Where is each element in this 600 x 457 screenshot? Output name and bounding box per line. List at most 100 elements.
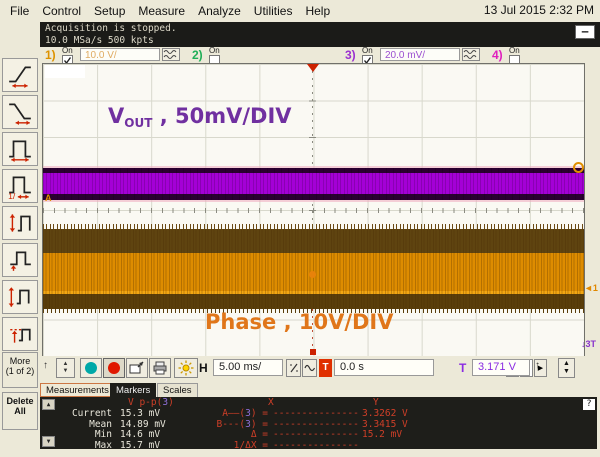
vout-annotation-v: V xyxy=(108,104,124,128)
channel-3-trigger-level-marker[interactable]: ↓3T xyxy=(581,339,596,349)
acquisition-status-bar: Acquisition is stopped. 10.0 MSa/s 500 k… xyxy=(40,22,600,47)
channel-1-button[interactable]: 1) xyxy=(45,48,56,62)
measurements-panel: ▲ ▼ ? V p-p(3) X Y Current 15.3 mV A——(3… xyxy=(40,397,597,449)
stat-value: 14.89 mV xyxy=(120,419,166,430)
channel-4-button[interactable]: 4) xyxy=(492,48,503,62)
measurement-sidebar: 1/ More (1 of 2) Delete All xyxy=(0,21,40,457)
channel-1-on-label: On xyxy=(62,46,73,55)
channel-3-button[interactable]: 3) xyxy=(345,48,356,62)
delete-all-label-2: All xyxy=(3,406,37,416)
meas-rise-time-button[interactable] xyxy=(2,58,38,92)
marker-x-value: --------------- xyxy=(273,408,359,419)
meas-maximum-button[interactable] xyxy=(2,280,38,314)
waveform-display[interactable]: VOUT , 50mV/DIV Phase , 10V/DIV A xyxy=(42,63,585,357)
pulse-width-icon xyxy=(7,136,33,162)
menu-utilities[interactable]: Utilities xyxy=(254,4,293,18)
meas-frequency-button[interactable]: 1/ xyxy=(2,169,38,203)
channel-3-scale-field[interactable]: 20.0 mV/ xyxy=(380,48,460,61)
menu-bar: File Control Setup Measure Analyze Utili… xyxy=(0,0,600,21)
run-icon xyxy=(85,362,97,374)
more-page-indicator: (1 of 2) xyxy=(3,366,37,376)
horizontal-fine-button[interactable] xyxy=(286,359,301,377)
center-horizontal-ticks xyxy=(43,208,584,213)
menu-control[interactable]: Control xyxy=(42,4,81,18)
datetime-display: 13 Jul 2015 2:32 PM xyxy=(484,3,594,17)
vout-annotation: VOUT , 50mV/DIV xyxy=(108,104,292,130)
meas-top-button[interactable] xyxy=(2,317,38,351)
vout-trace-noise xyxy=(43,168,584,200)
trigger-level-spinner[interactable]: ▲▼ xyxy=(558,358,575,378)
print-button[interactable] xyxy=(149,358,171,378)
channel-3-on-label: On xyxy=(362,46,373,55)
tab-scales[interactable]: Scales xyxy=(157,383,198,397)
screen-capture-icon xyxy=(129,361,145,375)
vout-annotation-rest: , 50mV/DIV xyxy=(152,104,291,128)
stat-label: Current xyxy=(60,408,112,419)
amplitude-icon xyxy=(7,210,33,236)
vertical-spinner[interactable]: ▲▼ xyxy=(56,358,75,378)
tab-measurements[interactable]: Measurements xyxy=(40,383,115,397)
spinner-arrows-icon: ▲▼ xyxy=(563,360,570,376)
horizontal-mode-button[interactable] xyxy=(302,359,317,377)
channel-bar: 1) On 10.0 V/ 2) On 3) On 20.0 mV/ 4) On xyxy=(40,47,600,63)
marker-x-value: --------------- xyxy=(273,429,359,440)
fall-time-icon xyxy=(7,99,33,125)
delay-field[interactable]: 0.0 s xyxy=(334,359,434,376)
marker-y-value: 15.2 mV xyxy=(362,429,402,440)
trigger-bottom-marker xyxy=(310,349,316,355)
marker-x-header: X xyxy=(268,397,274,408)
channel-1-coupling-button[interactable] xyxy=(162,48,180,61)
stop-icon xyxy=(108,362,120,374)
meas-fall-time-button[interactable] xyxy=(2,95,38,129)
channel-2-button[interactable]: 2) xyxy=(192,48,203,62)
trigger-time-marker[interactable] xyxy=(307,64,319,72)
menu-analyze[interactable]: Analyze xyxy=(198,4,241,18)
measurement-row-current: Current 15.3 mV A——(3) = ---------------… xyxy=(40,408,597,419)
channel-3-coupling-button[interactable] xyxy=(462,48,480,61)
display-brightness-button[interactable] xyxy=(174,358,198,378)
trigger-level-field[interactable]: 3.171 V xyxy=(472,359,530,376)
delete-all-button[interactable]: Delete All xyxy=(2,392,38,430)
more-button[interactable]: More (1 of 2) xyxy=(2,352,38,388)
phase-trace-noise xyxy=(43,229,584,309)
marker-b-label: B---(3) = xyxy=(190,419,268,430)
measurement-row-min: Min 14.6 mV Δ = --------------- 15.2 mV xyxy=(40,429,597,440)
delete-all-label-1: Delete xyxy=(3,396,37,406)
meas-pos-width-button[interactable] xyxy=(2,132,38,166)
measurement-row-mean: Mean 14.89 mV B---(3) = --------------- … xyxy=(40,419,597,430)
phase-trace xyxy=(43,229,584,309)
timebase-field[interactable]: 5.00 ms/ xyxy=(213,359,283,376)
marker-y-header: Y xyxy=(373,397,379,408)
screen-capture-button[interactable] xyxy=(126,358,148,378)
ac-coupling-icon xyxy=(163,49,179,60)
menu-help[interactable]: Help xyxy=(305,4,330,18)
channel-1-reference-marker[interactable]: ◄1 xyxy=(584,283,598,293)
up-arrow-right[interactable]: ↑ xyxy=(535,360,540,371)
meas-base-button[interactable] xyxy=(2,243,38,277)
measurement-row-max: Max 15.7 mV 1/ΔX = --------------- xyxy=(40,440,597,451)
menu-file[interactable]: File xyxy=(10,4,29,18)
acquisition-status-text: Acquisition is stopped. xyxy=(45,23,600,35)
vout-annotation-sub: OUT xyxy=(124,116,152,130)
menu-measure[interactable]: Measure xyxy=(138,4,185,18)
run-button[interactable] xyxy=(80,358,102,378)
sine-icon xyxy=(304,362,316,374)
marker-a-indicator[interactable]: A xyxy=(45,193,52,203)
marker-x-value: --------------- xyxy=(273,440,359,451)
top-level-icon xyxy=(7,321,33,347)
stat-value: 14.6 mV xyxy=(120,429,160,440)
slope-icon xyxy=(289,362,299,374)
marker-b-indicator[interactable] xyxy=(573,162,584,173)
menu-setup[interactable]: Setup xyxy=(94,4,125,18)
channel-1-scale-field[interactable]: 10.0 V/ xyxy=(80,48,160,61)
meas-amplitude-button[interactable] xyxy=(2,206,38,240)
up-arrow-left[interactable]: ↑ xyxy=(43,360,48,371)
tab-markers[interactable]: Markers xyxy=(110,383,156,397)
channel-4-on-label: On xyxy=(509,46,520,55)
measurement-header-row: V p-p(3) X Y xyxy=(40,397,597,408)
stop-button[interactable] xyxy=(103,358,125,378)
marker-a-label: A——(3) = xyxy=(190,408,268,419)
base-level-icon xyxy=(7,247,33,273)
trigger-badge[interactable]: T xyxy=(319,359,332,377)
minimize-status-button[interactable]: – xyxy=(575,25,595,39)
